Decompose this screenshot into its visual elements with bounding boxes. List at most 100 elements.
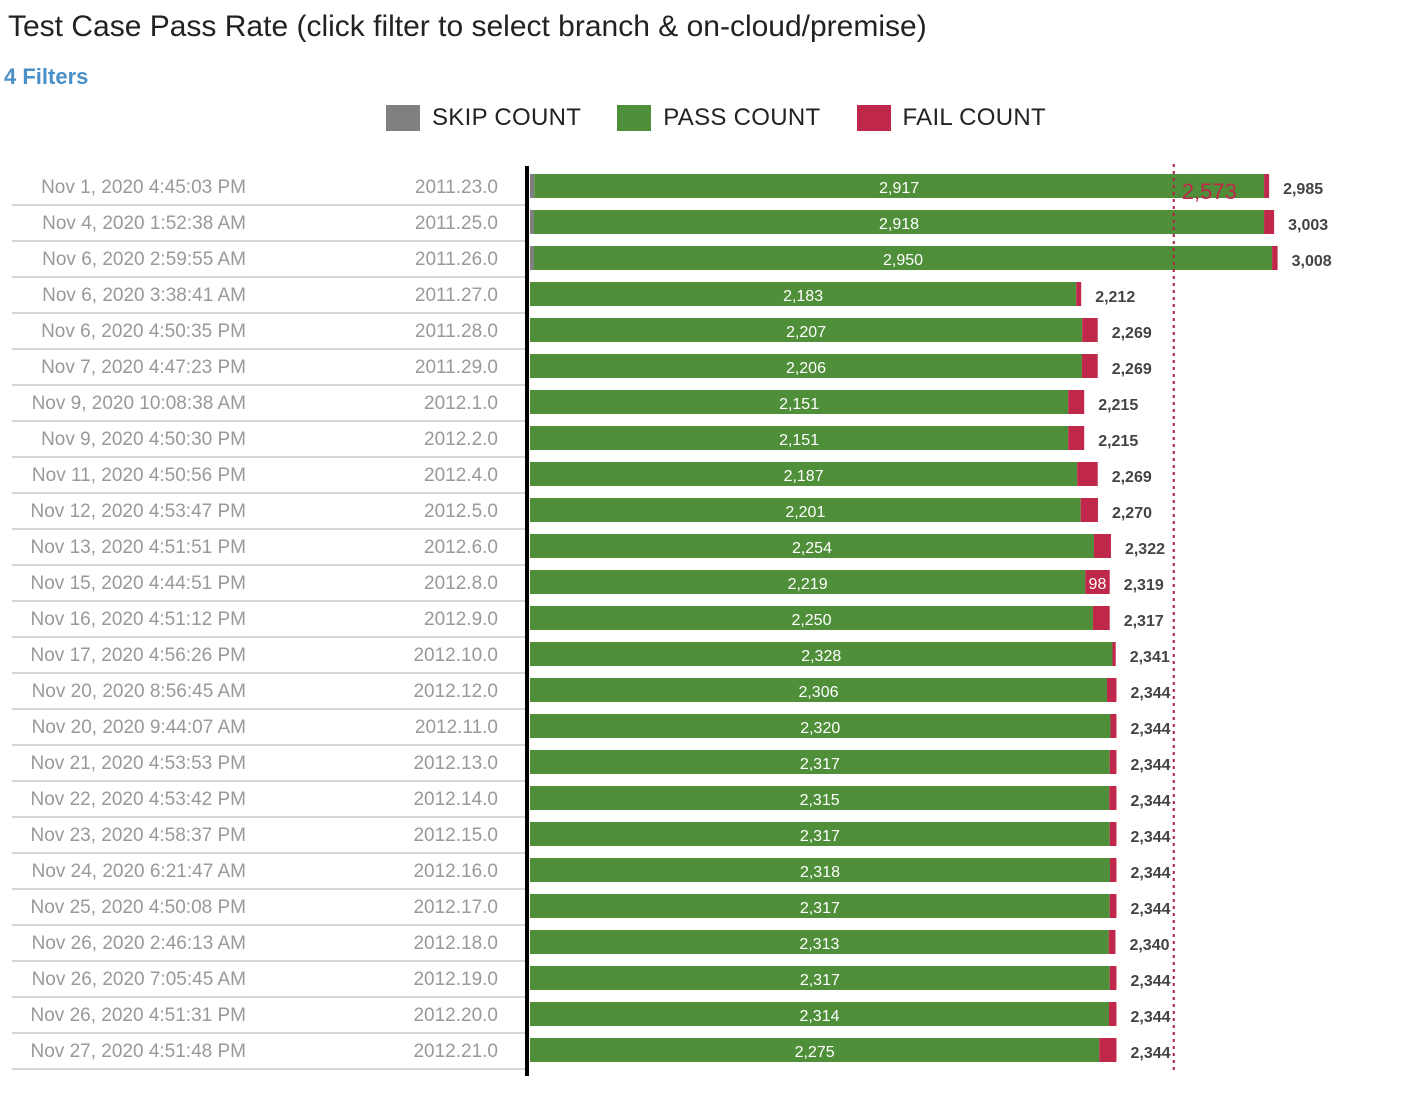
row-date-label: Nov 26, 2020 7:05:45 AM: [32, 969, 246, 990]
bar-fail[interactable]: [1092, 606, 1110, 630]
legend-label-skip: SKIP COUNT: [432, 104, 582, 131]
bar-fail[interactable]: [1109, 786, 1117, 810]
bar-total-label: 2,344: [1130, 721, 1170, 738]
bar-total-label: 2,344: [1130, 757, 1170, 774]
row-date-label: Nov 22, 2020 4:53:42 PM: [31, 789, 246, 810]
bar-total-label: 2,270: [1112, 505, 1152, 522]
bar-total-label: 2,344: [1130, 901, 1170, 918]
bar-fail[interactable]: [1109, 858, 1117, 882]
bar-pass-value-label: 2,315: [800, 792, 840, 809]
row-build-label: 2012.19.0: [413, 969, 498, 990]
bar-pass-value-label: 2,950: [883, 252, 923, 269]
legend-item-fail[interactable]: FAIL COUNT: [856, 104, 1046, 132]
bar-fail[interactable]: [1109, 822, 1117, 846]
bar-total-label: 2,269: [1112, 469, 1152, 486]
bar-total-label: 2,212: [1095, 289, 1135, 306]
bar-total-label: 2,344: [1130, 793, 1170, 810]
row-date-label: Nov 17, 2020 4:56:26 PM: [31, 645, 246, 666]
row-build-label: 2012.1.0: [424, 393, 498, 414]
row-date-label: Nov 13, 2020 4:51:51 PM: [31, 537, 246, 558]
row-build-label: 2012.21.0: [413, 1041, 498, 1062]
bar-fail[interactable]: [1077, 462, 1098, 486]
bar-pass-value-label: 2,320: [800, 720, 840, 737]
row-build-label: 2011.27.0: [415, 285, 498, 306]
row-build-label: 2011.29.0: [415, 357, 498, 378]
row-build-label: 2012.20.0: [413, 1005, 498, 1026]
bar-fail[interactable]: [1109, 966, 1117, 990]
bar-fail[interactable]: [1093, 534, 1111, 558]
bar-total-label: 2,344: [1130, 1009, 1170, 1026]
row-date-label: Nov 1, 2020 4:45:03 PM: [41, 177, 246, 198]
row-build-label: 2011.25.0: [415, 213, 498, 234]
bar-pass-value-label: 2,201: [785, 504, 825, 521]
bar-pass-value-label: 2,917: [879, 180, 919, 197]
row-date-label: Nov 16, 2020 4:51:12 PM: [31, 609, 246, 630]
bar-total-label: 2,319: [1124, 577, 1164, 594]
bar-pass-value-label: 2,219: [788, 576, 828, 593]
row-build-label: 2012.5.0: [424, 501, 498, 522]
bar-pass-value-label: 2,314: [799, 1008, 839, 1025]
bar-fail[interactable]: [1099, 1038, 1117, 1062]
bar-fail[interactable]: [1108, 1002, 1117, 1026]
bar-skip[interactable]: [530, 210, 535, 234]
legend-label-pass: PASS COUNT: [663, 104, 821, 131]
bar-total-label: 2,344: [1130, 973, 1170, 990]
bar-fail-value-label: 98: [1089, 576, 1107, 593]
bar-total-label: 2,985: [1283, 181, 1323, 198]
bar-fail[interactable]: [1109, 894, 1117, 918]
row-build-label: 2012.8.0: [424, 573, 498, 594]
bar-fail[interactable]: [1112, 642, 1116, 666]
legend-item-pass[interactable]: PASS COUNT: [617, 104, 820, 132]
row-build-label: 2012.6.0: [424, 537, 498, 558]
bar-total-label: 2,341: [1130, 649, 1170, 666]
bar-pass-value-label: 2,313: [799, 936, 839, 953]
bar-pass-value-label: 2,151: [779, 432, 819, 449]
bar-pass-value-label: 2,317: [800, 972, 840, 989]
bar-total-label: 2,215: [1098, 397, 1138, 414]
legend-label-fail: FAIL COUNT: [902, 104, 1046, 131]
bar-fail[interactable]: [1109, 750, 1117, 774]
bar-pass-value-label: 2,317: [800, 756, 840, 773]
bar-pass-value-label: 2,317: [800, 900, 840, 917]
row-date-label: Nov 25, 2020 4:50:08 PM: [31, 897, 246, 918]
bar-fail[interactable]: [1264, 174, 1270, 198]
bar-fail[interactable]: [1106, 678, 1117, 702]
legend-swatch-skip: [386, 105, 420, 131]
legend-item-skip[interactable]: SKIP COUNT: [386, 104, 581, 132]
filters-link[interactable]: 4 Filters: [4, 64, 88, 90]
bar-fail[interactable]: [1081, 354, 1098, 378]
bar-fail[interactable]: [1272, 246, 1278, 270]
row-build-label: 2012.16.0: [413, 861, 498, 882]
bar-fail[interactable]: [1108, 930, 1116, 954]
row-build-label: 2011.23.0: [415, 177, 498, 198]
row-date-label: Nov 26, 2020 4:51:31 PM: [31, 1005, 246, 1026]
bar-skip[interactable]: [530, 174, 535, 198]
bar-fail[interactable]: [1076, 282, 1082, 306]
bar-fail[interactable]: [1080, 498, 1098, 522]
chart-legend: SKIP COUNT PASS COUNT FAIL COUNT: [386, 104, 1046, 132]
row-date-label: Nov 23, 2020 4:58:37 PM: [31, 825, 246, 846]
bar-total-label: 2,269: [1112, 325, 1152, 342]
bar-pass-value-label: 2,250: [791, 612, 831, 629]
row-date-label: Nov 9, 2020 4:50:30 PM: [41, 429, 246, 450]
row-build-label: 2011.28.0: [415, 321, 498, 342]
bar-pass-value-label: 2,318: [800, 864, 840, 881]
row-date-label: Nov 26, 2020 2:46:13 AM: [32, 933, 246, 954]
bar-total-label: 2,317: [1124, 613, 1164, 630]
bar-fail[interactable]: [1068, 426, 1085, 450]
bar-pass-value-label: 2,317: [800, 828, 840, 845]
bar-fail[interactable]: [1082, 318, 1098, 342]
bar-total-label: 3,008: [1292, 253, 1332, 270]
bar-fail[interactable]: [1264, 210, 1275, 234]
bar-pass-value-label: 2,187: [784, 468, 824, 485]
bar-fail[interactable]: [1110, 714, 1117, 738]
bar-pass-value-label: 2,306: [798, 684, 838, 701]
bar-pass-value-label: 2,254: [792, 540, 832, 557]
bar-skip[interactable]: [530, 246, 535, 270]
row-build-label: 2012.4.0: [424, 465, 498, 486]
row-date-label: Nov 24, 2020 6:21:47 AM: [32, 861, 246, 882]
bar-pass-value-label: 2,206: [786, 360, 826, 377]
row-build-label: 2012.9.0: [424, 609, 498, 630]
row-date-label: Nov 27, 2020 4:51:48 PM: [31, 1041, 246, 1062]
bar-fail[interactable]: [1068, 390, 1085, 414]
